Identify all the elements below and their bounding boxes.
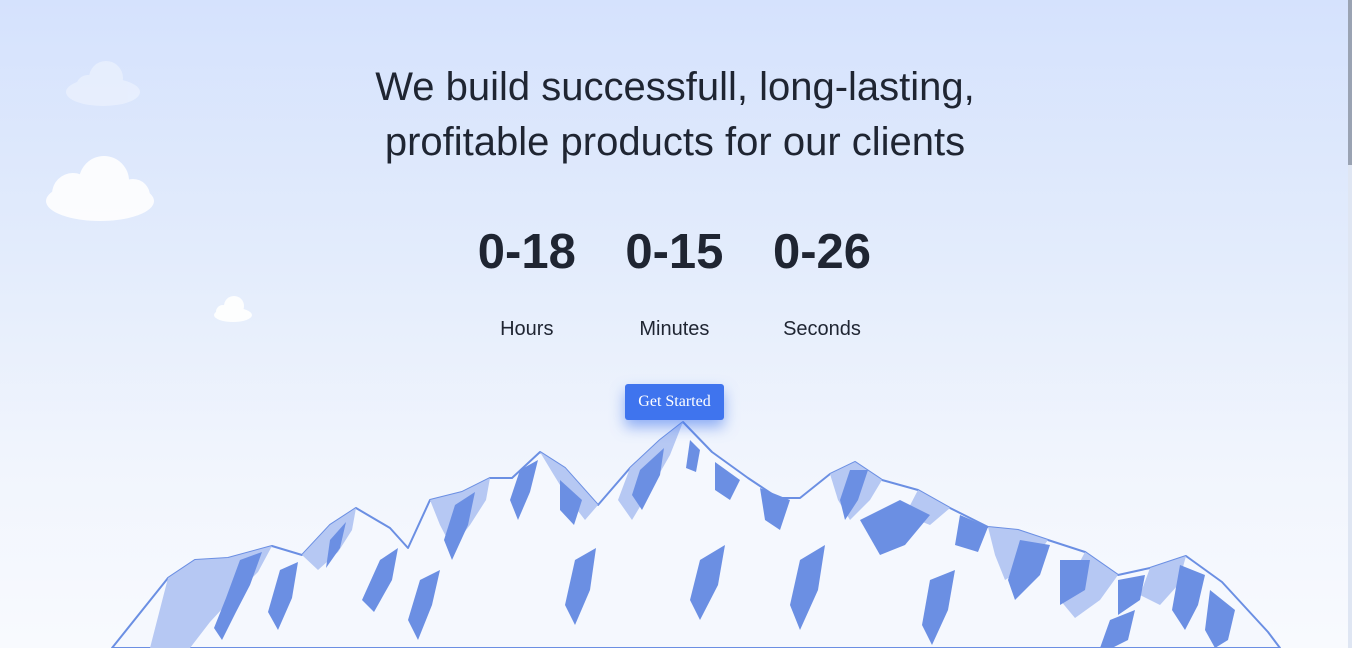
- get-started-button[interactable]: Get Started: [625, 384, 724, 420]
- headline-line-2: profitable products for our clients: [384, 120, 966, 164]
- hours-value: 0-18: [477, 225, 576, 279]
- countdown: 0-18 Hours 0-15 Minutes 0-26 Seconds: [453, 222, 896, 342]
- countdown-minutes: 0-15 Minutes: [601, 222, 749, 342]
- countdown-seconds: 0-26 Seconds: [748, 222, 896, 342]
- headline-line-1: We build successfull, long-lasting,: [375, 65, 975, 109]
- cloud-icon: [214, 296, 252, 322]
- minutes-label: Minutes: [639, 318, 710, 340]
- hero-headline: We build successfull, long-lasting, prof…: [0, 60, 1350, 170]
- seconds-label: Seconds: [783, 318, 861, 340]
- countdown-hours: 0-18 Hours: [453, 222, 601, 342]
- mountains-illustration: [111, 421, 1281, 648]
- hours-label: Hours: [500, 318, 554, 340]
- minutes-value: 0-15: [625, 225, 724, 279]
- seconds-value: 0-26: [772, 225, 872, 279]
